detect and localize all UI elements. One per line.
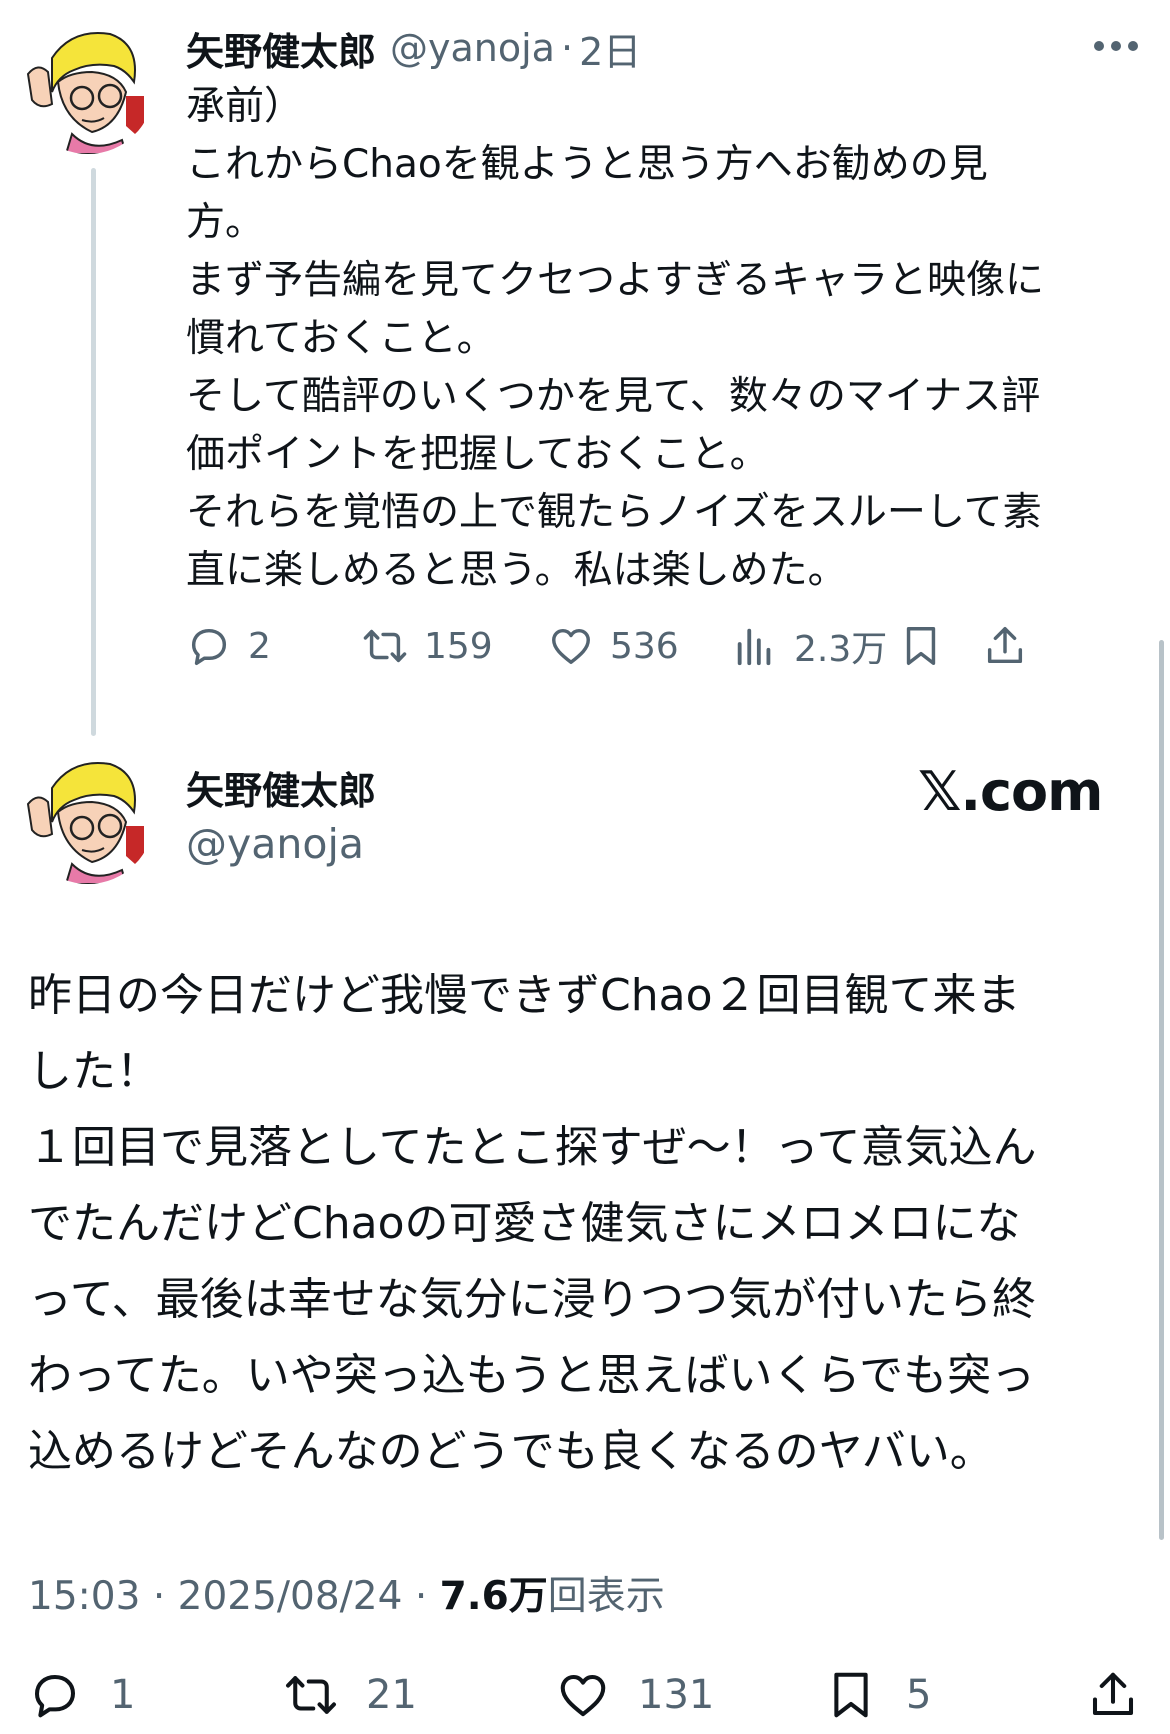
reply-tweet-text: 承前） これからChaoを観ようと思う方へお勧めの見 方。 まず予告編を見てクセ… bbox=[186, 84, 1045, 593]
thread-connector-line bbox=[91, 168, 96, 736]
avatar[interactable] bbox=[22, 22, 154, 154]
author-name[interactable]: 矢野健太郎 bbox=[186, 760, 376, 815]
reply-tweet-actions: 2 159 536 2.3万 bbox=[186, 616, 1136, 676]
more-options-button[interactable] bbox=[1086, 28, 1146, 64]
like-count: 536 bbox=[610, 625, 679, 667]
share-upload-icon bbox=[1092, 1672, 1134, 1716]
separator-dot: · bbox=[560, 26, 574, 70]
main-tweet-actions: 1 21 131 5 bbox=[28, 1665, 1158, 1731]
separator-dot: · bbox=[414, 1574, 428, 1619]
views-label: 回表示 bbox=[547, 1574, 665, 1619]
author-handle[interactable]: @yanoja bbox=[390, 26, 555, 70]
views-count: 2.3万 bbox=[794, 629, 888, 670]
tweet-time[interactable]: 15:03 bbox=[28, 1574, 140, 1619]
bar-chart-icon bbox=[737, 628, 771, 666]
author-name[interactable]: 矢野健太郎 bbox=[186, 21, 376, 76]
scrollbar[interactable] bbox=[1159, 640, 1164, 1540]
bookmark-icon bbox=[834, 1672, 868, 1718]
avatar[interactable] bbox=[22, 752, 154, 884]
views-number: 7.6万 bbox=[439, 1574, 548, 1619]
reply-count: 1 bbox=[110, 1672, 136, 1718]
bookmark-button[interactable]: 5 bbox=[824, 1665, 931, 1725]
like-button[interactable]: 131 bbox=[556, 1665, 714, 1725]
like-button[interactable]: 536 bbox=[548, 616, 679, 676]
reply-count: 2 bbox=[248, 625, 271, 667]
separator-dot: · bbox=[152, 1574, 166, 1619]
heart-icon bbox=[560, 1674, 606, 1717]
repost-button[interactable]: 159 bbox=[362, 616, 493, 676]
author-handle[interactable]: @yanoja bbox=[186, 820, 364, 868]
reply-button[interactable]: 2 bbox=[186, 616, 271, 676]
reply-bubble-icon bbox=[34, 1674, 76, 1718]
tweet-meta: 15:03 · 2025/08/24 · 7.6万回表示 bbox=[28, 1565, 665, 1621]
main-tweet-text: 昨日の今日だけど我慢できずChao２回目観て来ま した！ １回目で見落としてたと… bbox=[28, 970, 1037, 1477]
tweet-date[interactable]: 2025/08/24 bbox=[178, 1574, 403, 1619]
reply-button[interactable]: 1 bbox=[28, 1665, 135, 1725]
share-upload-icon bbox=[987, 627, 1023, 664]
heart-icon bbox=[552, 628, 590, 665]
repost-button[interactable]: 21 bbox=[284, 1665, 417, 1725]
repost-arrows-icon bbox=[363, 629, 407, 663]
bookmark-button[interactable] bbox=[898, 616, 944, 676]
more-dots-icon bbox=[1094, 41, 1138, 51]
repost-arrows-icon bbox=[286, 1676, 336, 1714]
bookmark-icon bbox=[906, 627, 936, 665]
views-button[interactable]: 2.3万 bbox=[732, 616, 887, 676]
share-button[interactable] bbox=[1086, 1665, 1140, 1725]
share-button[interactable] bbox=[982, 616, 1028, 676]
like-count: 131 bbox=[638, 1672, 715, 1718]
reply-bubble-icon bbox=[191, 628, 227, 665]
x-com-brand: 𝕏.com bbox=[918, 760, 1103, 823]
tweet-time[interactable]: 2日 bbox=[579, 21, 641, 76]
reply-tweet-header: 矢野健太郎 @yanoja · 2日 bbox=[186, 20, 641, 76]
repost-count: 159 bbox=[424, 625, 493, 667]
repost-count: 21 bbox=[366, 1672, 417, 1718]
bookmark-count: 5 bbox=[906, 1672, 932, 1718]
